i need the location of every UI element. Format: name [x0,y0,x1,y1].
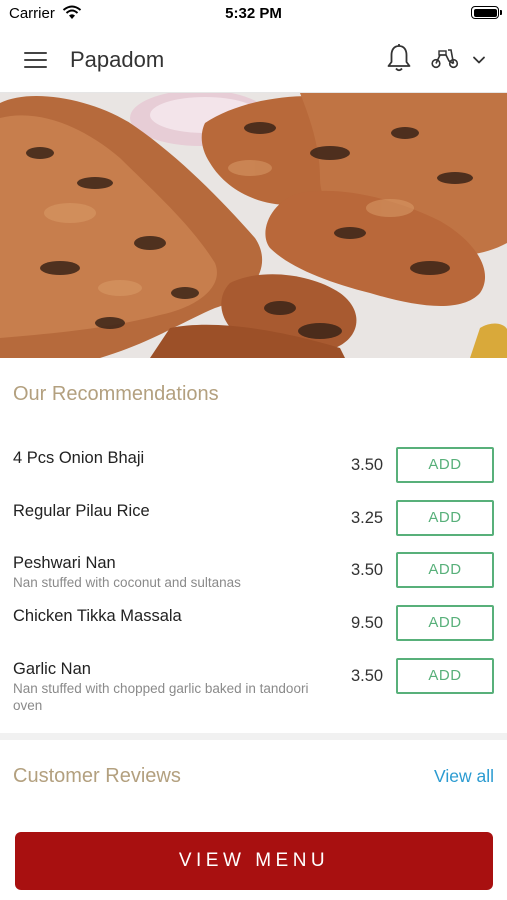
view-menu-button[interactable]: VIEW MENU [15,832,493,890]
add-button[interactable]: ADD [396,605,494,641]
hero-food-image [0,93,507,358]
item-price: 3.50 [351,667,384,685]
item-price: 3.25 [351,509,384,527]
item-description: Nan stuffed with coconut and sultanas [13,575,241,590]
item-price: 3.50 [351,456,384,474]
reviews-title: Customer Reviews [13,765,181,787]
item-name: 4 Pcs Onion Bhaji [13,449,145,467]
recommendations-title: Our Recommendations [13,383,219,405]
item-price: 9.50 [351,614,384,632]
add-button[interactable]: ADD [396,552,494,588]
battery-icon [471,6,499,19]
item-name: Regular Pilau Rice [13,502,150,520]
item-name: Peshwari Nan [13,554,116,572]
page-title: Papadom [70,47,165,72]
battery-tip [500,10,502,15]
item-description: Nan stuffed with chopped garlic baked in… [13,681,309,713]
scooter-icon[interactable] [430,46,460,75]
item-price: 3.50 [351,561,384,579]
chevron-down-icon[interactable] [472,52,486,70]
status-bar: Carrier 5:32 PM [0,0,507,26]
item-name: Chicken Tikka Massala [13,607,182,625]
add-button[interactable]: ADD [396,658,494,694]
hamburger-menu-icon[interactable] [24,50,48,68]
section-divider [0,733,507,740]
item-name: Garlic Nan [13,660,91,678]
add-button[interactable]: ADD [396,447,494,483]
bell-icon[interactable] [386,43,412,78]
view-all-reviews-link[interactable]: View all [434,766,494,787]
status-time: 5:32 PM [225,5,282,22]
add-button[interactable]: ADD [396,500,494,536]
app-header: Papadom [0,26,507,93]
